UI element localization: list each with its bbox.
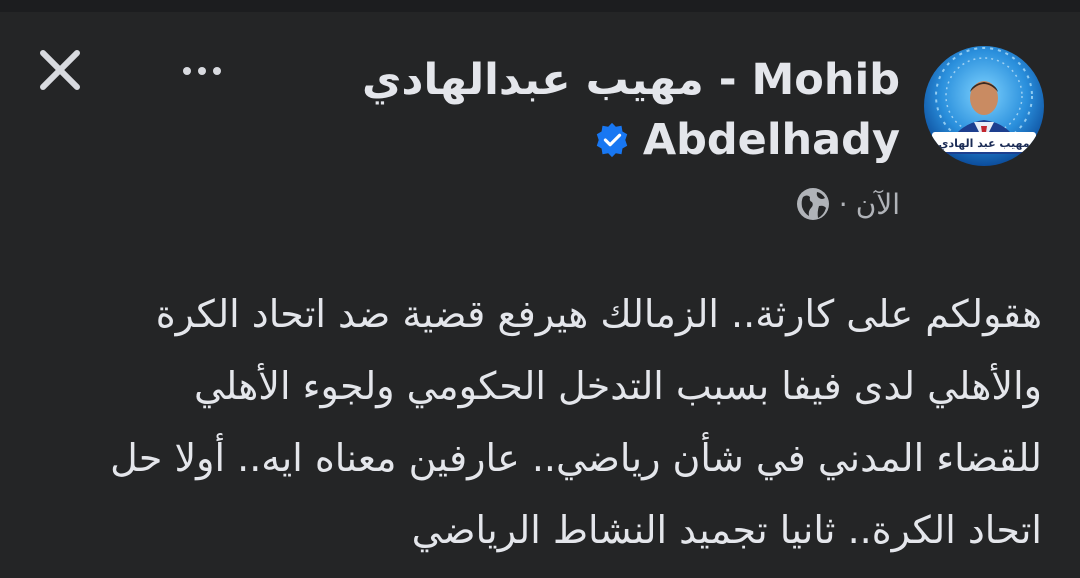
post-text-line: للقضاء المدني في شأن رياضي.. عارفين معنا… xyxy=(110,436,1042,480)
more-options-button[interactable] xyxy=(172,54,232,88)
post-text-line: اتحاد الكرة.. ثانيا تجميد النشاط الرياضي xyxy=(411,508,1042,552)
post-time[interactable]: الآن xyxy=(856,188,900,221)
post-meta: الآن · xyxy=(795,186,900,222)
avatar-caption: مهيب عبد الهادي xyxy=(938,137,1029,150)
post-text-line: والأهلي لدى فيفا بسبب التدخل الحكومي ولج… xyxy=(194,364,1042,408)
author-name[interactable]: مهيب عبدالهادي - Mohib Abdelhady xyxy=(340,50,900,170)
meta-separator: · xyxy=(838,187,848,221)
post-text: هقولكم على كارثة.. الزمالك هيرفع قضية ضد… xyxy=(42,278,1042,566)
status-bar xyxy=(0,0,1080,12)
close-button[interactable] xyxy=(34,44,86,96)
more-options-dot xyxy=(213,67,221,75)
globe-icon[interactable] xyxy=(795,186,831,222)
close-icon xyxy=(40,50,80,90)
post-text-line: هقولكم على كارثة.. الزمالك هيرفع قضية ضد… xyxy=(155,292,1042,336)
author-name-line2: Abdelhady xyxy=(642,115,900,165)
more-options-dot xyxy=(198,67,206,75)
verified-badge-icon xyxy=(596,122,628,158)
more-options-icon xyxy=(183,67,191,75)
author-name-line1: مهيب عبدالهادي - Mohib xyxy=(362,55,900,105)
avatar-image: مهيب عبد الهادي xyxy=(924,46,1044,166)
avatar[interactable]: مهيب عبد الهادي xyxy=(924,46,1044,166)
